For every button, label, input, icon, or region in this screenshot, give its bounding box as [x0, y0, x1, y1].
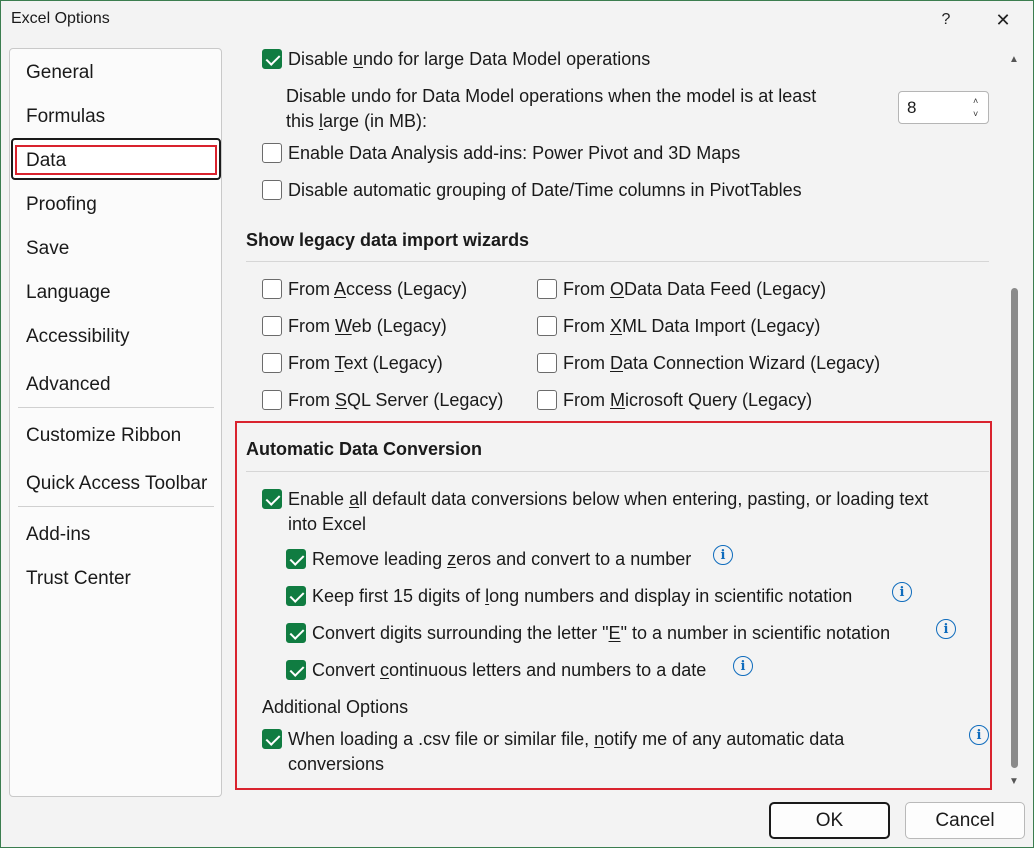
sidebar-divider [18, 506, 214, 507]
disable-undo-large-checkbox[interactable] [262, 49, 282, 69]
from-odata-label[interactable]: From OData Data Feed (Legacy) [563, 279, 826, 300]
from-web-label[interactable]: From Web (Legacy) [288, 316, 447, 337]
from-access-label[interactable]: From Access (Legacy) [288, 279, 467, 300]
sidebar-item-proofing[interactable]: Proofing [26, 194, 97, 216]
disable-undo-large-label[interactable]: Disable undo for large Data Model operat… [288, 49, 650, 70]
close-icon[interactable]: ✕ [988, 7, 1018, 33]
sidebar-item-save[interactable]: Save [26, 238, 69, 260]
keep-15-digits-label[interactable]: Keep first 15 digits of long numbers and… [312, 586, 852, 607]
from-odata-checkbox[interactable] [537, 279, 557, 299]
info-icon[interactable]: i [713, 545, 733, 565]
spinner-up-icon[interactable]: ˄ [973, 96, 978, 106]
scroll-thumb[interactable] [1011, 288, 1018, 768]
disable-date-grouping-checkbox[interactable] [262, 180, 282, 200]
sidebar-item-add-ins[interactable]: Add-ins [26, 524, 90, 546]
info-icon[interactable]: i [733, 656, 753, 676]
convert-e-notation-label[interactable]: Convert digits surrounding the letter "E… [312, 623, 890, 644]
undo-threshold-label-line2: this large (in MB): [286, 111, 428, 131]
excel-options-dialog: Excel Options ? ✕ General Formulas Data … [0, 0, 1034, 848]
cancel-button[interactable]: Cancel [905, 802, 1025, 839]
csv-notify-label[interactable]: When loading a .csv file or similar file… [288, 727, 928, 777]
from-data-connection-label[interactable]: From Data Connection Wizard (Legacy) [563, 353, 880, 374]
scroll-down-icon[interactable]: ▼ [1009, 776, 1019, 787]
legacy-wizards-heading: Show legacy data import wizards [246, 230, 530, 250]
section-divider [246, 261, 989, 262]
undo-threshold-value[interactable]: 8 [907, 98, 916, 118]
enable-all-conversions-checkbox[interactable] [262, 489, 282, 509]
content-scrollbar[interactable]: ▲ ▼ [1007, 48, 1023, 797]
disable-date-grouping-label[interactable]: Disable automatic grouping of Date/Time … [288, 180, 802, 201]
remove-leading-zeros-label[interactable]: Remove leading zeros and convert to a nu… [312, 549, 691, 570]
additional-options-heading: Additional Options [262, 697, 409, 717]
from-xml-checkbox[interactable] [537, 316, 557, 336]
from-microsoft-query-checkbox[interactable] [537, 390, 557, 410]
spinner-down-icon[interactable]: ˅ [973, 109, 978, 119]
options-content-pane: Disable undo for large Data Model operat… [223, 39, 1013, 797]
dialog-title: Excel Options [11, 10, 110, 27]
scroll-up-icon[interactable]: ▲ [1009, 54, 1019, 65]
from-web-checkbox[interactable] [262, 316, 282, 336]
sidebar-item-accessibility[interactable]: Accessibility [26, 326, 129, 348]
sidebar-item-customize-ribbon[interactable]: Customize Ribbon [26, 425, 181, 447]
info-icon[interactable]: i [969, 725, 989, 745]
ok-button[interactable]: OK [769, 802, 890, 839]
convert-e-notation-checkbox[interactable] [286, 623, 306, 643]
sidebar-item-advanced[interactable]: Advanced [26, 374, 111, 396]
keep-15-digits-checkbox[interactable] [286, 586, 306, 606]
csv-notify-checkbox[interactable] [262, 729, 282, 749]
conversion-heading: Automatic Data Conversion [246, 439, 483, 459]
from-xml-label[interactable]: From XML Data Import (Legacy) [563, 316, 820, 337]
from-access-checkbox[interactable] [262, 279, 282, 299]
info-icon[interactable]: i [936, 619, 956, 639]
remove-leading-zeros-checkbox[interactable] [286, 549, 306, 569]
help-button[interactable]: ? [931, 7, 961, 33]
sidebar-item-trust-center[interactable]: Trust Center [26, 568, 131, 590]
from-text-label[interactable]: From Text (Legacy) [288, 353, 443, 374]
from-text-checkbox[interactable] [262, 353, 282, 373]
section-divider [246, 471, 989, 472]
from-data-connection-checkbox[interactable] [537, 353, 557, 373]
enable-data-analysis-addins-label[interactable]: Enable Data Analysis add-ins: Power Pivo… [288, 143, 740, 164]
undo-threshold-spinner[interactable]: 8 ˄ ˅ [898, 91, 989, 124]
undo-threshold-label-line1: Disable undo for Data Model operations w… [286, 86, 817, 106]
sidebar-item-formulas[interactable]: Formulas [26, 106, 105, 128]
sidebar-item-quick-access-toolbar[interactable]: Quick Access Toolbar [26, 473, 207, 495]
enable-all-conversions-label[interactable]: Enable all default data conversions belo… [288, 487, 988, 537]
convert-to-date-checkbox[interactable] [286, 660, 306, 680]
title-bar: Excel Options ? ✕ [1, 1, 1033, 39]
from-sql-server-checkbox[interactable] [262, 390, 282, 410]
from-microsoft-query-label[interactable]: From Microsoft Query (Legacy) [563, 390, 812, 411]
convert-to-date-label[interactable]: Convert continuous letters and numbers t… [312, 660, 706, 681]
sidebar-item-general[interactable]: General [26, 62, 94, 84]
from-sql-server-label[interactable]: From SQL Server (Legacy) [288, 390, 503, 411]
sidebar-divider [18, 407, 214, 408]
sidebar-item-data[interactable]: Data [26, 150, 66, 172]
options-sidebar: General Formulas Data Proofing Save Lang… [9, 48, 222, 797]
enable-data-analysis-addins-checkbox[interactable] [262, 143, 282, 163]
sidebar-item-language[interactable]: Language [26, 282, 111, 304]
info-icon[interactable]: i [892, 582, 912, 602]
